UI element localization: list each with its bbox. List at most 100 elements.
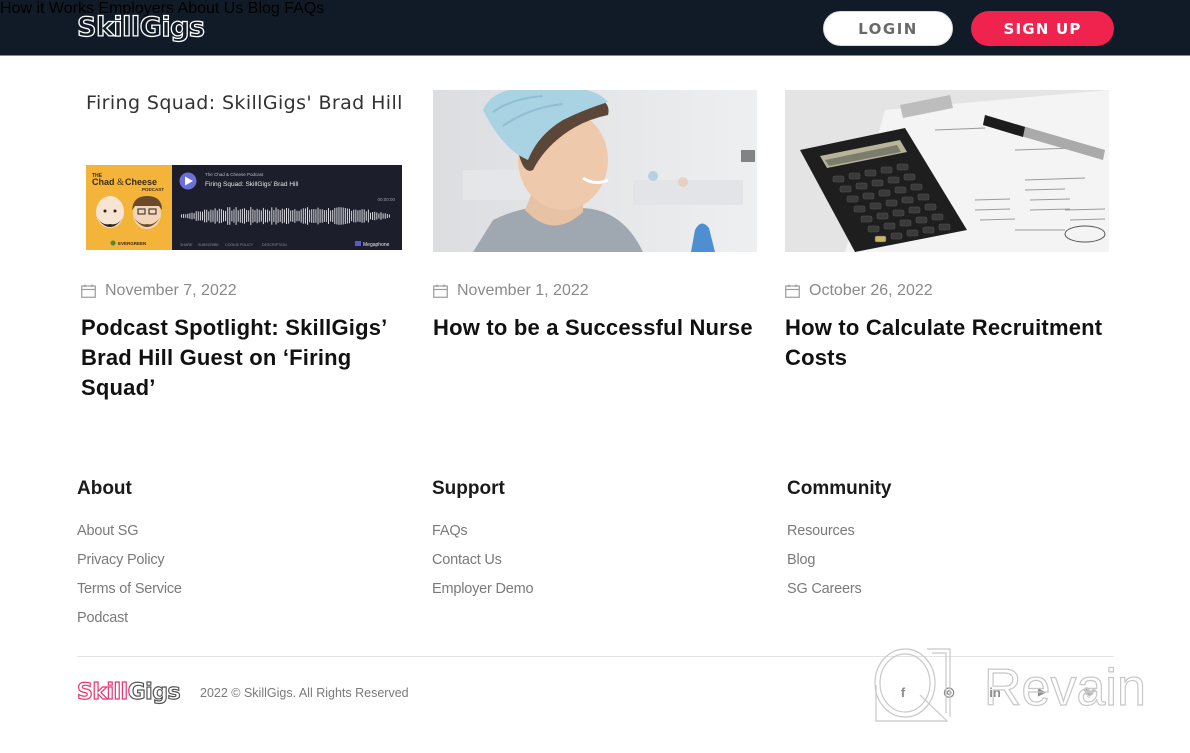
waveform-bar — [262, 207, 264, 225]
calculator-key — [848, 172, 861, 180]
footer-link-employer-demo[interactable]: Employer Demo — [432, 575, 534, 604]
waveform-bar — [292, 210, 294, 222]
waveform-bar — [199, 211, 201, 221]
post-date-text: November 7, 2022 — [105, 282, 237, 299]
waveform-bar — [279, 210, 281, 222]
waveform-bar — [286, 207, 287, 225]
post-date: November 7, 2022 — [81, 282, 237, 300]
waveform-bar — [273, 210, 275, 222]
signup-button[interactable]: SIGN UP — [971, 11, 1114, 46]
waveform-bar — [313, 209, 315, 223]
waveform-bar — [349, 208, 350, 224]
nav-faqs[interactable]: FAQs — [284, 0, 324, 17]
footer-skillgigs-logo[interactable]: SkillGigs — [77, 677, 192, 707]
waveform-bar — [239, 209, 241, 223]
post-title-link[interactable]: Podcast Spotlight: SkillGigs’ Brad Hill … — [81, 313, 411, 403]
waveform-bar — [300, 209, 302, 223]
facebook-icon[interactable]: f — [894, 683, 912, 701]
waveform-bar — [380, 212, 382, 220]
waveform-bar — [378, 213, 380, 219]
player-link-share[interactable]: SHARE — [180, 243, 193, 247]
calculator-key — [917, 193, 930, 201]
footer-link-faqs[interactable]: FAQs — [432, 517, 533, 546]
waveform-bar — [248, 210, 250, 222]
footer-link-blog[interactable]: Blog — [787, 546, 892, 575]
waveform-bar — [290, 210, 292, 222]
site-header: SkillGigs How it Works Employers About U… — [0, 0, 1190, 56]
player-link-description[interactable]: DESCRIPTION — [262, 243, 287, 247]
waveform-bar — [336, 207, 338, 225]
calculator-key — [876, 212, 889, 220]
waveform-bar — [317, 207, 319, 225]
logo-text: SkillGigs — [77, 12, 204, 43]
footer-heading: Support — [432, 478, 505, 499]
waveform-bar — [214, 208, 216, 224]
skillgigs-logo[interactable]: SkillGigs — [77, 10, 217, 44]
footer-column-support: Support FAQs Contact Us Employer Demo — [432, 478, 534, 604]
footer-link-contact-us[interactable]: Contact Us — [432, 546, 533, 575]
youtube-icon[interactable]: ▶ — [1033, 683, 1051, 701]
waveform-bar — [187, 213, 189, 219]
waveform-bar — [246, 209, 248, 223]
svg-text:Cheese: Cheese — [125, 177, 157, 187]
instagram-icon[interactable]: ◎ — [940, 683, 958, 701]
twitter-icon[interactable]: 🐦 — [1081, 683, 1099, 701]
waveform-bar — [355, 209, 357, 223]
footer-link-resources[interactable]: Resources — [787, 517, 892, 546]
calculator-key — [931, 213, 944, 221]
calculator-key — [890, 232, 903, 240]
waveform-bar — [384, 213, 386, 219]
waveform-bar — [351, 210, 353, 222]
calculator-key — [839, 185, 852, 193]
svg-text:PODCAST: PODCAST — [142, 187, 164, 192]
waveform-bar — [191, 212, 193, 220]
calculator-key — [874, 235, 887, 243]
waveform-bar — [260, 210, 262, 222]
calculator-key — [906, 229, 919, 237]
post-title-link[interactable]: How to be a Successful Nurse — [433, 313, 763, 343]
copyright-text: 2022 © SkillGigs. All Rights Reserved — [200, 686, 409, 700]
waveform-bar — [365, 211, 367, 221]
waveform-bar — [216, 210, 218, 222]
calculator-key — [915, 216, 928, 224]
footer-link-privacy-policy[interactable]: Privacy Policy — [77, 546, 182, 575]
linkedin-icon[interactable]: in — [986, 683, 1004, 701]
calculator-key — [864, 169, 877, 177]
login-button[interactable]: LOGIN — [823, 11, 953, 46]
footer-column-community: Community Resources Blog SG Careers — [787, 478, 892, 604]
player-link-subscribe[interactable]: SUBSCRIBE — [198, 243, 219, 247]
waveform-bar — [374, 211, 376, 221]
player-link-cookie[interactable]: COOKIE POLICY — [225, 243, 254, 247]
footer-link-podcast[interactable]: Podcast — [77, 604, 182, 633]
waveform-bar — [269, 210, 271, 222]
footer-link-terms-of-service[interactable]: Terms of Service — [77, 575, 182, 604]
post-title-link[interactable]: How to Calculate Recruitment Costs — [785, 313, 1115, 373]
calculator-key — [910, 183, 923, 191]
waveform-bar — [244, 208, 245, 224]
waveform-bar — [288, 208, 290, 224]
podcast-player-embed[interactable]: THE Chad & Cheese PODCAST EVERGREEN The … — [85, 164, 403, 252]
host-chad-illustration — [96, 196, 124, 228]
waveform-bar — [252, 209, 254, 223]
waveform-bar — [254, 210, 256, 222]
footer-link-about-sg[interactable]: About SG — [77, 517, 182, 546]
footer-link-sg-careers[interactable]: SG Careers — [787, 575, 892, 604]
page: SkillGigs How it Works Employers About U… — [0, 0, 1190, 753]
svg-text:&: & — [117, 177, 124, 187]
waveform-bar — [370, 212, 371, 220]
waveform-bar — [202, 211, 203, 221]
waveform-bar — [223, 210, 224, 222]
calculator-image[interactable] — [785, 90, 1109, 252]
calculator-key — [901, 196, 914, 204]
calendar-icon — [433, 284, 448, 298]
calculator-key — [846, 195, 859, 203]
waveform-bar — [267, 209, 269, 223]
waveform-bar — [258, 209, 260, 223]
nav-blog[interactable]: Blog — [248, 0, 280, 17]
calculator-key — [832, 175, 845, 183]
waveform-bar — [311, 209, 313, 223]
waveform-bar — [296, 210, 298, 222]
nurse-image[interactable] — [433, 90, 757, 252]
calculator-key — [887, 176, 900, 184]
waveform-bar — [307, 207, 308, 225]
